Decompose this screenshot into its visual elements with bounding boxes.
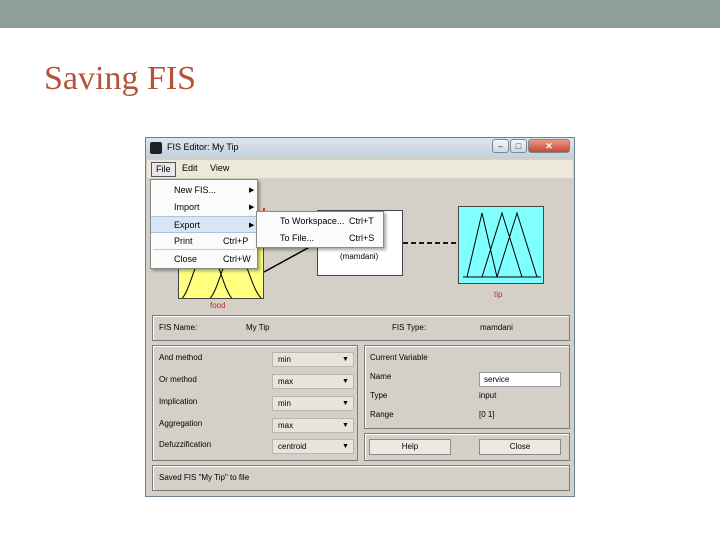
tip-membership-triangles-icon bbox=[463, 211, 541, 278]
menu-separator bbox=[153, 249, 255, 250]
status-message: Saved FIS "My Tip" to file bbox=[159, 473, 250, 482]
chevron-down-icon: ▼ bbox=[342, 378, 349, 385]
title-bar[interactable]: FIS Editor: My Tip – □ ✕ bbox=[146, 138, 574, 158]
implication-label: Implication bbox=[159, 397, 198, 406]
current-variable-header: Current Variable bbox=[370, 353, 428, 362]
menu-item-label: Print bbox=[174, 236, 193, 246]
aggregation-select[interactable]: max ▼ bbox=[272, 418, 354, 433]
fis-type-label: FIS Type: bbox=[392, 323, 427, 332]
aggregation-label: Aggregation bbox=[159, 419, 203, 428]
fis-info-panel: FIS Name: My Tip FIS Type: mamdani bbox=[152, 315, 570, 341]
chevron-down-icon: ▼ bbox=[342, 400, 349, 407]
menu-item-shortcut: Ctrl+T bbox=[349, 216, 374, 226]
implication-value: min bbox=[278, 399, 291, 408]
menu-item-label: Export bbox=[174, 220, 201, 230]
window-title: FIS Editor: My Tip bbox=[167, 142, 239, 152]
menu-item-import[interactable]: Import ▶ bbox=[151, 199, 257, 216]
aggregation-value: max bbox=[278, 421, 294, 430]
help-button[interactable]: Help bbox=[369, 439, 451, 455]
variable-type-value: input bbox=[479, 391, 497, 400]
output-variable-tip[interactable] bbox=[458, 206, 544, 284]
variable-name-label: Name bbox=[370, 372, 392, 381]
close-button[interactable]: Close bbox=[479, 439, 561, 455]
menu-item-shortcut: Ctrl+S bbox=[349, 233, 375, 243]
menu-item-to-workspace[interactable]: To Workspace... Ctrl+T bbox=[257, 213, 383, 230]
input-food-label: food bbox=[210, 301, 226, 310]
menu-item-label: To File... bbox=[280, 233, 315, 243]
close-window-button[interactable]: ✕ bbox=[528, 139, 570, 153]
file-dropdown-menu: New FIS... ▶ Import ▶ Export ▶ Print Ctr… bbox=[150, 179, 258, 269]
menu-view[interactable]: View bbox=[206, 162, 233, 177]
status-bar: Saved FIS "My Tip" to file bbox=[152, 465, 570, 491]
slide-title: Saving FIS bbox=[44, 60, 197, 97]
and-method-label: And method bbox=[159, 353, 203, 362]
menu-item-new-fis[interactable]: New FIS... ▶ bbox=[151, 182, 257, 199]
variable-type-label: Type bbox=[370, 391, 388, 400]
menu-item-shortcut: Ctrl+W bbox=[223, 254, 251, 264]
and-method-value: min bbox=[278, 355, 291, 364]
fis-type-value: mamdani bbox=[480, 323, 513, 332]
system-type-label: (mamdani) bbox=[340, 252, 379, 261]
menu-item-label: Import bbox=[174, 202, 200, 212]
matlab-app-icon bbox=[150, 142, 162, 154]
fis-name-label: FIS Name: bbox=[159, 323, 198, 332]
and-method-select[interactable]: min ▼ bbox=[272, 352, 354, 367]
methods-panel: And method min ▼ Or method max ▼ Implicati… bbox=[152, 345, 358, 461]
export-submenu: To Workspace... Ctrl+T To File... Ctrl+S bbox=[256, 211, 384, 248]
menu-edit[interactable]: Edit bbox=[178, 162, 202, 177]
defuzzification-value: centroid bbox=[278, 442, 307, 451]
menu-item-label: New FIS... bbox=[174, 185, 217, 195]
fis-name-value: My Tip bbox=[246, 323, 270, 332]
chevron-down-icon: ▼ bbox=[342, 443, 349, 450]
variable-range-label: Range bbox=[370, 410, 394, 419]
chevron-right-icon: ▶ bbox=[249, 204, 255, 211]
menu-item-shortcut: Ctrl+P bbox=[223, 236, 249, 246]
menu-bar: File Edit View bbox=[147, 160, 573, 178]
variable-name-input[interactable]: service bbox=[479, 372, 561, 387]
menu-item-export[interactable]: Export ▶ bbox=[151, 216, 257, 233]
minimize-button[interactable]: – bbox=[492, 139, 509, 153]
menu-item-close[interactable]: Close Ctrl+W bbox=[151, 251, 257, 268]
or-method-label: Or method bbox=[159, 375, 197, 384]
menu-file[interactable]: File bbox=[151, 162, 176, 177]
menu-item-print[interactable]: Print Ctrl+P bbox=[151, 233, 257, 250]
menu-item-to-file[interactable]: To File... Ctrl+S bbox=[257, 230, 383, 247]
output-tip-label: tip bbox=[494, 290, 503, 299]
defuzzification-select[interactable]: centroid ▼ bbox=[272, 439, 354, 454]
chevron-down-icon: ▼ bbox=[342, 356, 349, 363]
slide-top-bar bbox=[0, 0, 720, 28]
action-buttons-panel: Help Close bbox=[364, 433, 570, 461]
menu-item-label: Close bbox=[174, 254, 198, 264]
chevron-right-icon: ▶ bbox=[249, 187, 255, 194]
maximize-button[interactable]: □ bbox=[510, 139, 527, 153]
chevron-right-icon: ▶ bbox=[249, 222, 255, 229]
or-method-select[interactable]: max ▼ bbox=[272, 374, 354, 389]
implication-select[interactable]: min ▼ bbox=[272, 396, 354, 411]
current-variable-panel: Current Variable Name service Type input… bbox=[364, 345, 570, 429]
menu-item-label: To Workspace... bbox=[280, 216, 345, 226]
chevron-down-icon: ▼ bbox=[342, 422, 349, 429]
defuzzification-label: Defuzzification bbox=[159, 440, 212, 449]
or-method-value: max bbox=[278, 377, 294, 386]
variable-range-value: [0 1] bbox=[479, 410, 495, 419]
